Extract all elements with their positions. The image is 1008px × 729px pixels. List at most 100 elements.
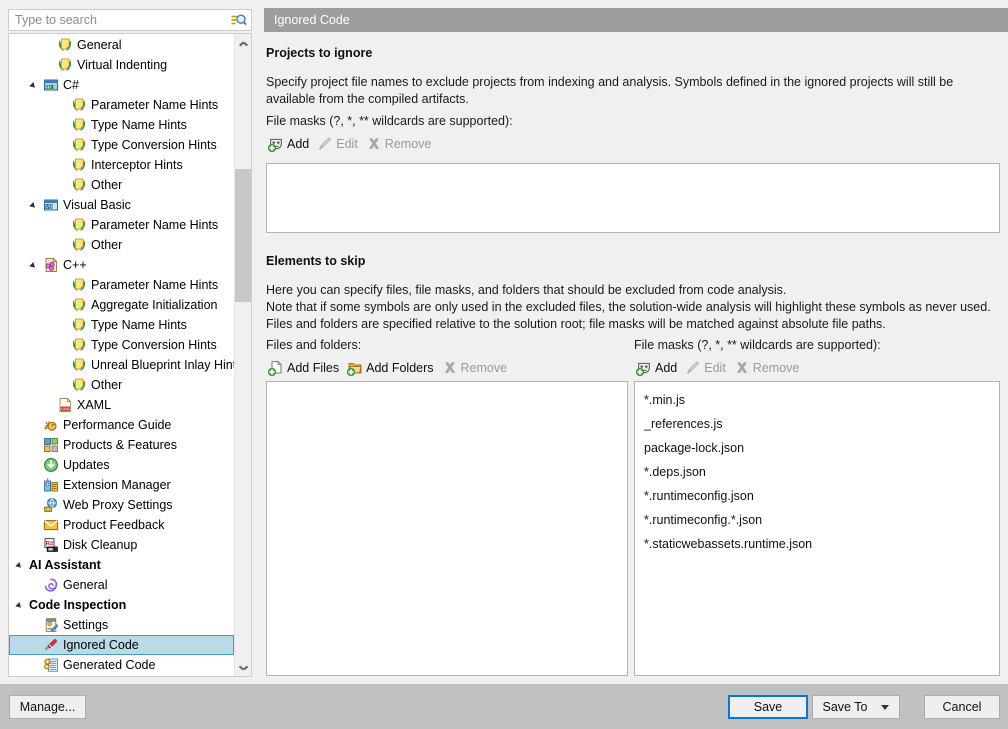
tree-item-other[interactable]: Other	[9, 235, 234, 255]
search-icon[interactable]	[227, 10, 249, 30]
tree-item-label: Disk Cleanup	[63, 538, 138, 552]
add-button[interactable]: Add	[634, 358, 683, 378]
file-masks-list[interactable]: *.min.js _references.js package-lock.json *…	[634, 381, 1000, 676]
tree-item-ai-assistant[interactable]: AI Assistant	[9, 555, 234, 575]
tree-item-settings[interactable]: Settings	[9, 615, 234, 635]
hint-bulb-icon	[71, 297, 87, 313]
elements-to-skip-title: Elements to skip	[266, 254, 366, 268]
list-item[interactable]: *.runtimeconfig.json	[635, 484, 999, 508]
tree-item-c[interactable]: C++	[9, 255, 234, 275]
expander-collapse-icon[interactable]	[27, 257, 43, 273]
tree-item-extension-manager[interactable]: Extension Manager	[9, 475, 234, 495]
tree-expander-spacer	[27, 417, 43, 433]
expander-collapse-icon[interactable]	[13, 597, 29, 613]
tree-expander-spacer	[55, 217, 71, 233]
scrollbar-thumb[interactable]	[235, 169, 251, 302]
tree-item-aggregate-initialization[interactable]: Aggregate Initialization	[9, 295, 234, 315]
tree-item-general[interactable]: General	[9, 35, 234, 55]
edit-pencil-icon	[317, 136, 333, 152]
options-tree-list: General Virtual Indenting C# Parameter Name…	[9, 34, 242, 675]
tree-item-general[interactable]: General	[9, 575, 234, 595]
toolbar-button-label: Remove	[460, 361, 508, 375]
hint-bulb-icon	[71, 217, 87, 233]
tree-item-label: General	[63, 578, 108, 592]
tree-item-label: Ignored Code	[63, 638, 139, 652]
list-item[interactable]: package-lock.json	[635, 436, 999, 460]
file-masks-toolbar: Add Edit Remove	[634, 358, 805, 378]
list-item[interactable]: *.deps.json	[635, 460, 999, 484]
tree-expander-spacer	[55, 277, 71, 293]
edit-button: Edit	[315, 134, 364, 154]
tree-item-parameter-name-hints[interactable]: Parameter Name Hints	[9, 275, 234, 295]
save-to-button[interactable]: Save To	[812, 695, 900, 719]
disk-cleanup-icon: R#	[43, 537, 59, 553]
projects-file-masks-label: File masks (?, *, ** wildcards are suppo…	[266, 114, 513, 128]
edit-pencil-icon	[685, 360, 701, 376]
expander-collapse-icon[interactable]	[27, 77, 43, 93]
search-input[interactable]	[9, 11, 227, 29]
hint-bulb-icon	[71, 117, 87, 133]
tree-item-label: Settings	[63, 618, 109, 632]
tree-item-unreal-blueprint-inlay-hints[interactable]: Unreal Blueprint Inlay Hints	[9, 355, 242, 375]
hint-bulb-icon	[71, 317, 87, 333]
tree-item-performance-guide[interactable]: Performance Guide	[9, 415, 234, 435]
tree-item-label: Unreal Blueprint Inlay Hints	[91, 358, 243, 372]
tree-item-type-conversion-hints[interactable]: Type Conversion Hints	[9, 135, 234, 155]
list-item[interactable]: *.runtimeconfig.*.json	[635, 508, 999, 532]
tree-item-c[interactable]: C#	[9, 75, 234, 95]
tree-item-web-proxy-settings[interactable]: Web Proxy Settings	[9, 495, 234, 515]
tree-item-code-inspection[interactable]: Code Inspection	[9, 595, 234, 615]
tree-item-label: C++	[63, 258, 87, 272]
tree-item-label: Parameter Name Hints	[91, 218, 219, 232]
tree-item-updates[interactable]: Updates	[9, 455, 234, 475]
files-and-folders-list[interactable]	[266, 381, 628, 676]
scroll-down-button[interactable]	[235, 659, 251, 676]
chevron-down-icon	[881, 704, 890, 710]
tree-expander-spacer	[27, 637, 43, 653]
tree-expander-spacer	[27, 577, 43, 593]
tree-item-type-name-hints[interactable]: Type Name Hints	[9, 115, 234, 135]
save-button[interactable]: Save	[728, 695, 808, 719]
tree-item-label: Type Conversion Hints	[91, 338, 217, 352]
add-files-button[interactable]: Add Files	[266, 358, 345, 378]
options-tree[interactable]: General Virtual Indenting C# Parameter Name…	[8, 33, 252, 677]
hint-bulb-icon	[71, 277, 87, 293]
options-tree-scrollbar[interactable]	[234, 34, 251, 676]
tree-item-parameter-name-hints[interactable]: Parameter Name Hints	[9, 95, 234, 115]
tree-item-other[interactable]: Other	[9, 375, 234, 395]
tree-item-xaml[interactable]: XAML XAML	[9, 395, 234, 415]
tree-expander-spacer	[27, 437, 43, 453]
tree-item-visual-basic[interactable]: VB Visual Basic	[9, 195, 234, 215]
hint-bulb-icon	[71, 377, 87, 393]
tree-item-type-name-hints[interactable]: Type Name Hints	[9, 315, 234, 335]
scroll-up-button[interactable]	[235, 34, 251, 51]
projects-to-ignore-list[interactable]	[266, 163, 1000, 233]
expander-collapse-icon[interactable]	[13, 557, 29, 573]
tree-item-label: XAML	[77, 398, 112, 412]
tree-item-product-feedback[interactable]: Product Feedback	[9, 515, 234, 535]
list-item[interactable]: _references.js	[635, 412, 999, 436]
list-item[interactable]: *.min.js	[635, 388, 999, 412]
tree-item-generated-code[interactable]: Generated Code	[9, 655, 234, 675]
list-item[interactable]: *.staticwebassets.runtime.json	[635, 532, 999, 556]
elements-to-skip-description-line-1: Here you can specify files, file masks, …	[266, 283, 787, 297]
tree-item-ignored-code[interactable]: Ignored Code	[9, 635, 234, 655]
tree-item-virtual-indenting[interactable]: Virtual Indenting	[9, 55, 234, 75]
remove-button: Remove	[732, 358, 806, 378]
tree-item-products-features[interactable]: Products & Features	[9, 435, 234, 455]
remove-x-icon	[734, 360, 750, 376]
cancel-button[interactable]: Cancel	[924, 695, 1000, 719]
tree-item-other[interactable]: Other	[9, 175, 234, 195]
add-button[interactable]: Add	[266, 134, 315, 154]
toolbar-button-label: Edit	[336, 137, 358, 151]
add-folders-button[interactable]: Add Folders	[345, 358, 439, 378]
tree-item-interceptor-hints[interactable]: Interceptor Hints	[9, 155, 234, 175]
manage-button[interactable]: Manage...	[9, 695, 86, 719]
tree-item-disk-cleanup[interactable]: R# Disk Cleanup	[9, 535, 234, 555]
search-box[interactable]	[8, 9, 252, 31]
remove-x-icon	[366, 136, 382, 152]
vb-icon: VB	[43, 197, 59, 213]
tree-item-type-conversion-hints[interactable]: Type Conversion Hints	[9, 335, 234, 355]
expander-collapse-icon[interactable]	[27, 197, 43, 213]
tree-item-parameter-name-hints[interactable]: Parameter Name Hints	[9, 215, 234, 235]
